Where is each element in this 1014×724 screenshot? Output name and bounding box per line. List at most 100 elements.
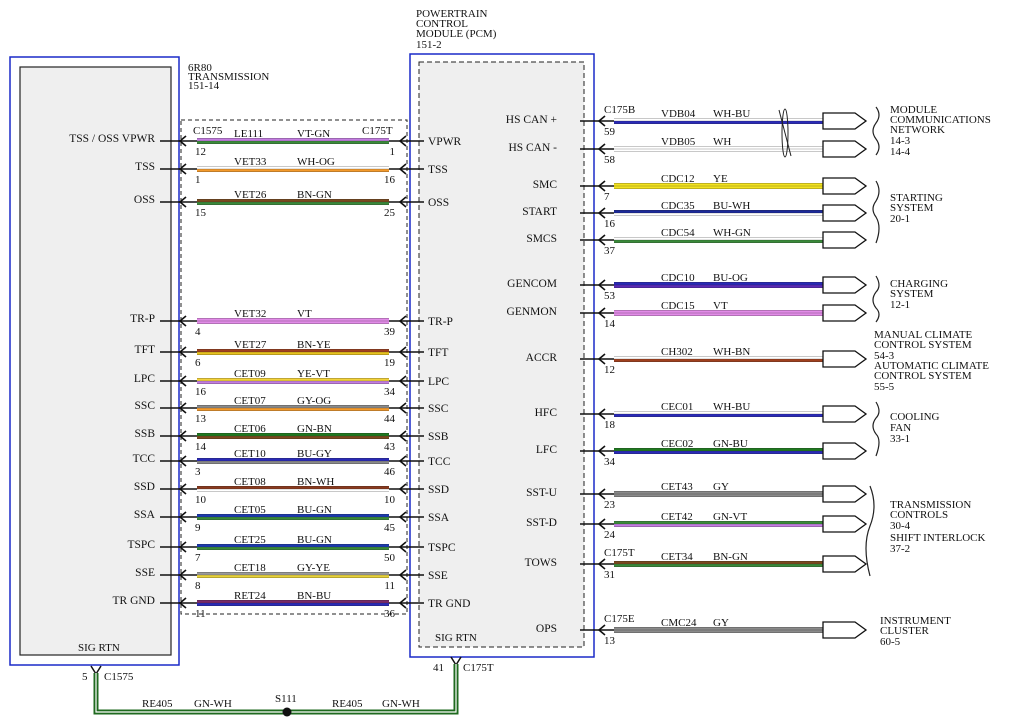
pcm-sig-rtn-pin: 41	[433, 662, 444, 674]
wire-color: GY	[713, 617, 729, 629]
svg-text:20-1: 20-1	[890, 213, 910, 225]
wire-circuit: CET18	[234, 562, 266, 574]
pcm-pin-label: SSB	[428, 431, 449, 443]
wire-CET09	[197, 378, 389, 384]
destination-connector-icon	[822, 231, 868, 249]
wire-color: BU-OG	[713, 272, 748, 284]
svg-text:33-1: 33-1	[890, 433, 910, 445]
transmission-pin-label: TCC	[133, 453, 156, 465]
wire-CET08	[197, 486, 389, 492]
sig-rtn-pin-marker-right	[450, 656, 462, 667]
wire-circuit: CEC02	[661, 438, 693, 450]
wire-circuit: CET10	[234, 448, 266, 460]
sig-rtn-pin-marker-left	[90, 665, 102, 676]
wire-circuit: VET33	[234, 156, 267, 168]
wire-circuit: CDC35	[661, 200, 695, 212]
wire-color: WH-BU	[713, 401, 750, 413]
splice-left-color: GN-WH	[194, 698, 232, 710]
pcm-output-label: HS CAN +	[506, 114, 557, 126]
wire-circuit: LE111	[234, 128, 263, 140]
left-wire-row: TFT TFT VET27 BN-YE 6 19	[135, 339, 449, 369]
wiring-diagram: 6R80 TRANSMISSION 151-14 C1575 POWERTRAI…	[9, 8, 991, 717]
pcm-pin-label: SSE	[428, 570, 448, 582]
wire-CEC01	[614, 411, 823, 417]
wire-circuit: CDC54	[661, 227, 695, 239]
wire-color: GN-BU	[713, 438, 748, 450]
wire-VDB05	[614, 146, 823, 152]
destination-connector-icon	[822, 276, 868, 294]
wire-color: WH-GN	[713, 227, 751, 239]
destination-connector-icon	[822, 112, 868, 130]
svg-text:55-5: 55-5	[874, 381, 895, 393]
pcm-output-pin: 58	[604, 154, 616, 166]
transmission-connector-label: C1575	[193, 125, 223, 137]
pcm-pin-label: TCC	[428, 456, 451, 468]
pcm-pin-number: 50	[384, 552, 396, 564]
left-wire-row: LPC LPC CET09 YE-VT 16 34	[134, 368, 450, 398]
wire-color: YE	[713, 173, 728, 185]
wire-CDC12	[614, 183, 823, 189]
pcm-output-label: SMCS	[526, 233, 557, 245]
pcm-pin-label: VPWR	[428, 136, 462, 148]
destination-connector-icon	[822, 177, 868, 195]
transmission-pin-number: 7	[195, 552, 201, 564]
pcm-output-label: GENCOM	[507, 278, 557, 290]
pcm-pin-label: OSS	[428, 197, 449, 209]
wire-circuit: CET42	[661, 511, 693, 523]
transmission-pin-number: 16	[195, 386, 207, 398]
wire-color: BU-WH	[713, 200, 750, 212]
wire-circuit: CET06	[234, 423, 266, 435]
transmission-pin-label: SSE	[135, 567, 155, 579]
transmission-pin-number: 6	[195, 357, 201, 369]
transmission-pin-label: TFT	[135, 344, 155, 356]
wire-circuit: CET25	[234, 534, 266, 546]
pcm-output-pin: 16	[604, 218, 616, 230]
wire-circuit: CET08	[234, 476, 266, 488]
transmission-sig-rtn-label: SIG RTN	[78, 642, 120, 654]
wire-circuit: CDC12	[661, 173, 695, 185]
pcm-pin-number: 19	[384, 357, 396, 369]
wire-circuit: VET27	[234, 339, 267, 351]
wire-color: WH-BU	[713, 108, 750, 120]
transmission-pin-number: 10	[195, 494, 207, 506]
wire-color: BU-GN	[297, 504, 332, 516]
pcm-pin-label: SSA	[428, 512, 450, 524]
wire-color: GY	[713, 481, 729, 493]
pcm-output-pin: 18	[604, 419, 616, 431]
wire-CET25	[197, 544, 389, 550]
pcm-pin-label: TSPC	[428, 542, 456, 554]
svg-text:12-1: 12-1	[890, 299, 910, 311]
destination-connector-icon	[822, 555, 868, 573]
transmission-pin-label: LPC	[134, 373, 155, 385]
destination-climate: MANUAL CLIMATE CONTROL SYSTEM 54-3 AUTOM…	[874, 329, 989, 393]
destination-connector-icon	[822, 304, 868, 322]
wire-CDC10	[614, 282, 823, 288]
pcm-output-label: SST-D	[526, 517, 557, 529]
wire-color: WH-OG	[297, 156, 335, 168]
pcm-output-pin: 14	[604, 318, 616, 330]
pcm-pin-label: TSS	[428, 164, 448, 176]
right-wire-row: OPS CMC24 GY 13 C175E	[536, 613, 868, 647]
svg-text:60-5: 60-5	[880, 636, 901, 648]
wire-CET18	[197, 572, 389, 578]
wire-color: BN-GN	[713, 551, 748, 563]
pcm-pin-label: TR GND	[428, 598, 471, 610]
pcm-output-pin: 31	[604, 569, 615, 581]
wire-CDC15	[614, 310, 823, 316]
pcm-output-pin: 37	[604, 245, 616, 257]
pcm-pin-number: 44	[384, 413, 396, 425]
wire-color: BN-BU	[297, 590, 331, 602]
pcm-output-label: START	[522, 206, 557, 218]
destination-cooling-fan: COOLING FAN 33-1	[890, 411, 940, 445]
wire-color: YE-VT	[297, 368, 330, 380]
wire-circuit: VET32	[234, 308, 266, 320]
left-wire-row: SSE SSE CET18 GY-YE 8 11	[135, 562, 448, 592]
wire-circuit: CET07	[234, 395, 266, 407]
splice-left-circuit: RE405	[142, 698, 173, 710]
wire-color: WH-BN	[713, 346, 750, 358]
transmission-pin-number: 8	[195, 580, 201, 592]
wire-circuit: CH302	[661, 346, 693, 358]
left-wire-row: TSS TSS VET33 WH-OG 1 16	[135, 156, 448, 186]
transmission-pin-label: SSB	[135, 428, 156, 440]
pcm-output-connector: C175E	[604, 613, 635, 625]
